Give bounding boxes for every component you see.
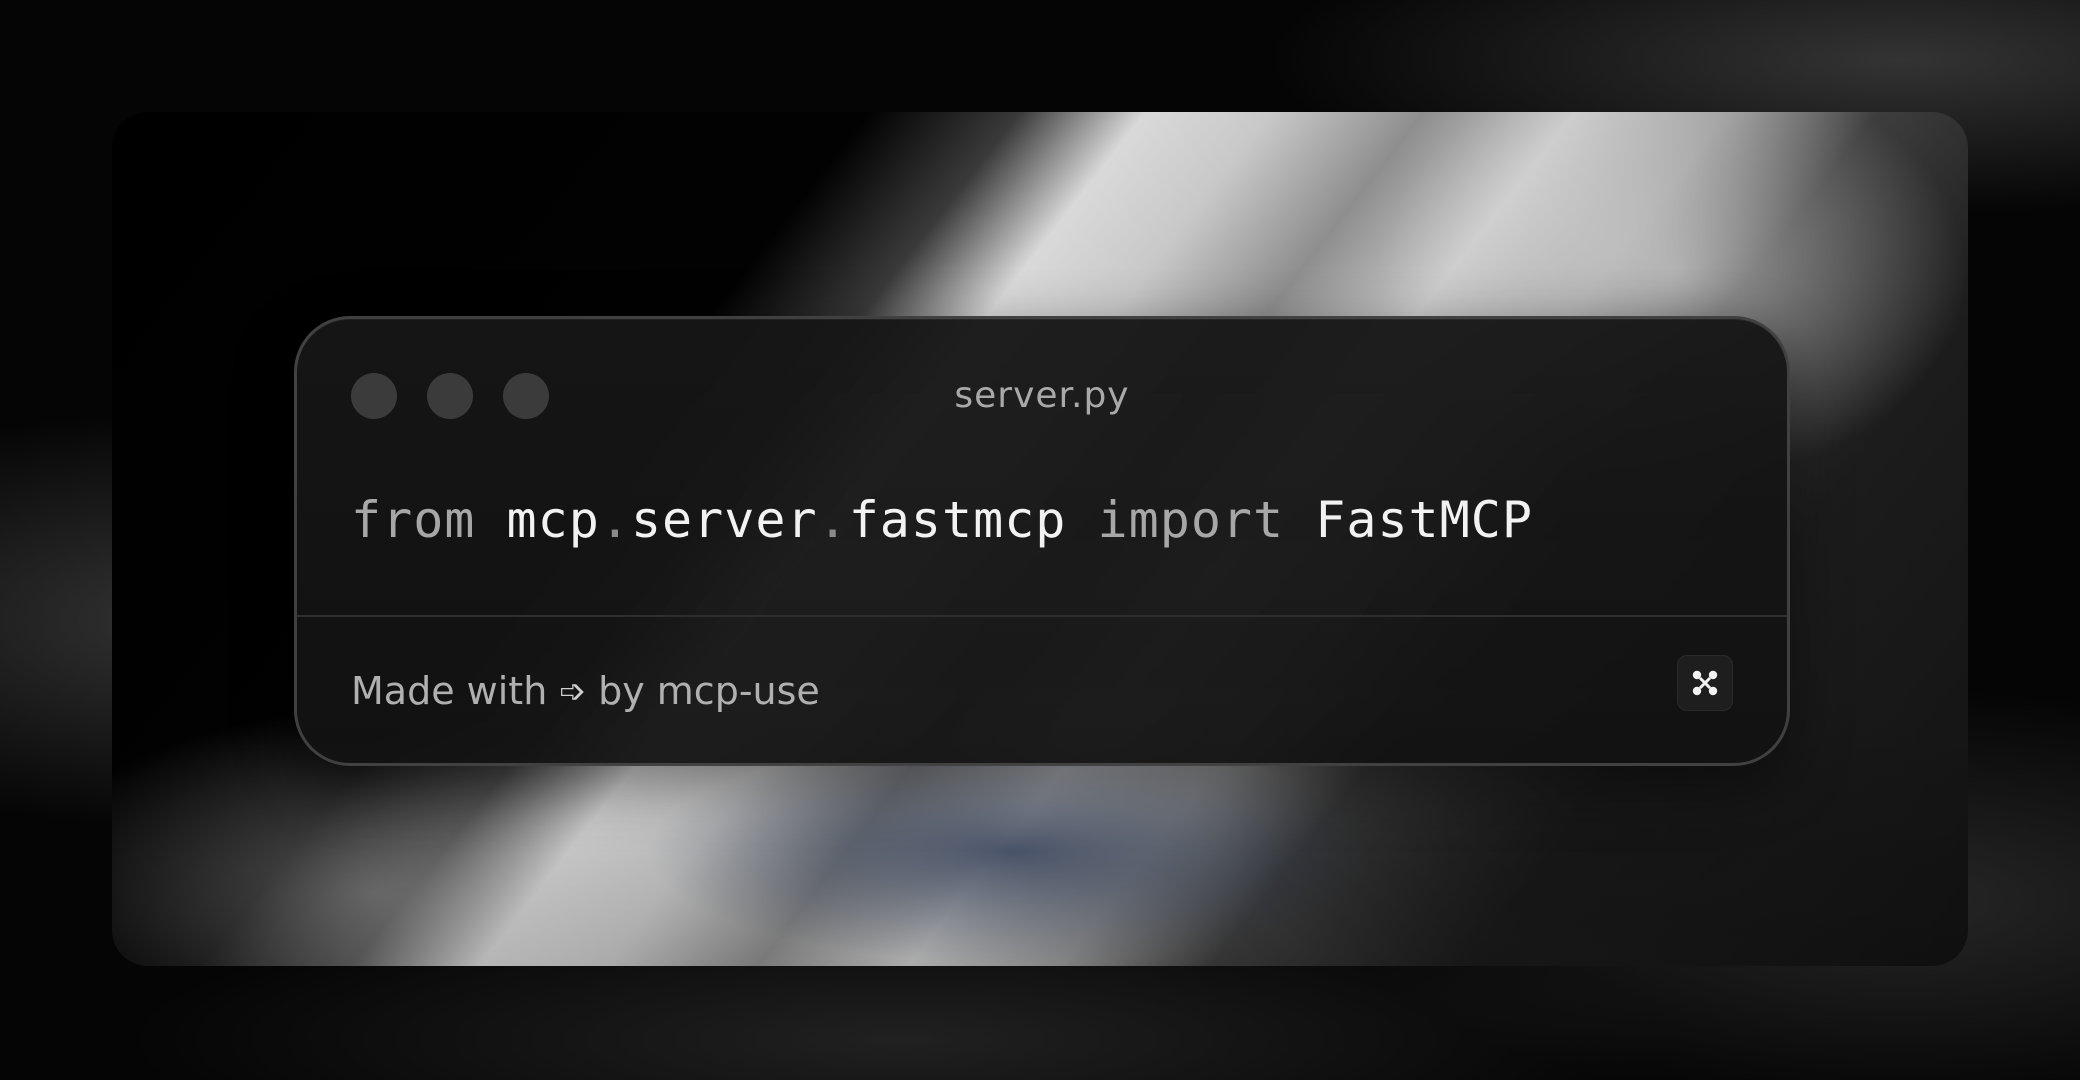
arrow-icon: ➩ (559, 672, 587, 710)
window-titlebar: server.py (297, 319, 1787, 469)
code-line: from mcp.server.fastmcp import FastMCP (351, 491, 1533, 549)
mcp-use-logo-icon (1692, 670, 1718, 696)
module-server: server (630, 491, 818, 549)
divider (297, 615, 1787, 617)
footer-credit[interactable]: Made with ➩ by mcp-use (351, 669, 820, 713)
dot-separator: . (817, 491, 849, 549)
imported-name: FastMCP (1315, 491, 1533, 549)
window-filename: server.py (954, 375, 1130, 416)
keyword-import: import (1097, 491, 1285, 549)
module-fastmcp: fastmcp (848, 491, 1067, 549)
keyword-from: from (351, 491, 476, 549)
code-window: server.py from mcp.server.fastmcp import… (294, 316, 1790, 766)
dot-separator: . (599, 491, 631, 549)
by-mcp-use-label: by mcp-use (598, 669, 820, 713)
mcp-use-logo-button[interactable] (1677, 655, 1733, 711)
made-with-label: Made with (351, 669, 548, 713)
background: server.py from mcp.server.fastmcp import… (0, 0, 2080, 1080)
module-mcp: mcp (506, 491, 600, 549)
